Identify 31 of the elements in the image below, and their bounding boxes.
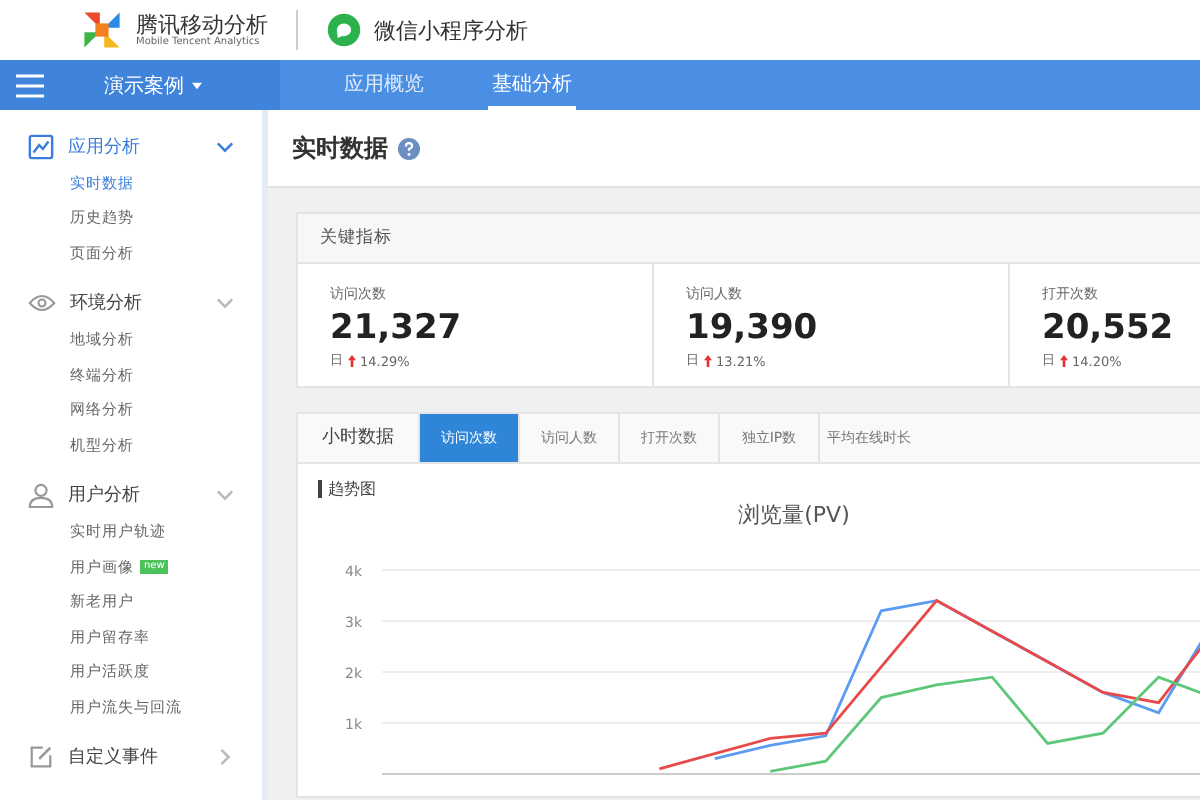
chevron-icon[interactable] <box>216 137 234 155</box>
card-title: 关键指标 <box>298 214 1200 264</box>
project-dropdown[interactable]: 演示案例 <box>104 71 202 99</box>
chat-bubble-icon <box>326 12 362 48</box>
caret-icon <box>192 81 202 89</box>
chevron-icon[interactable] <box>216 748 234 766</box>
metric-value: 21,327 <box>330 308 464 348</box>
sidebar-group[interactable]: 用户分析 <box>68 482 202 508</box>
up-arrow-icon <box>704 354 712 368</box>
sidebar-group[interactable]: 自定义事件 <box>68 744 202 770</box>
eye-icon <box>28 292 56 314</box>
edit-icon <box>28 744 54 770</box>
product-name: 微信小程序分析 <box>374 15 528 45</box>
sidebar-group[interactable]: 应用分析 <box>68 133 202 159</box>
card-title: 小时数据 <box>320 425 396 452</box>
up-arrow-icon <box>1060 354 1068 368</box>
metric-value: 20,552 <box>1042 308 1176 348</box>
chevron-icon[interactable] <box>216 294 234 312</box>
chart-title: 浏览量(PV) <box>738 502 850 528</box>
brand-name: 腾讯移动分析 <box>136 13 268 35</box>
logo-icon <box>80 8 124 52</box>
chart-icon <box>28 133 54 159</box>
menu-icon[interactable] <box>16 73 44 97</box>
section-title: 趋势图 <box>318 480 1200 498</box>
up-arrow-icon <box>348 354 356 368</box>
sidebar-group[interactable]: 环境分析 <box>70 290 202 316</box>
metric-value: 19,390 <box>686 308 820 348</box>
page-title: 实时数据 <box>292 131 388 165</box>
chevron-icon[interactable] <box>216 486 234 504</box>
help-icon[interactable] <box>398 137 420 159</box>
user-icon <box>28 482 54 508</box>
